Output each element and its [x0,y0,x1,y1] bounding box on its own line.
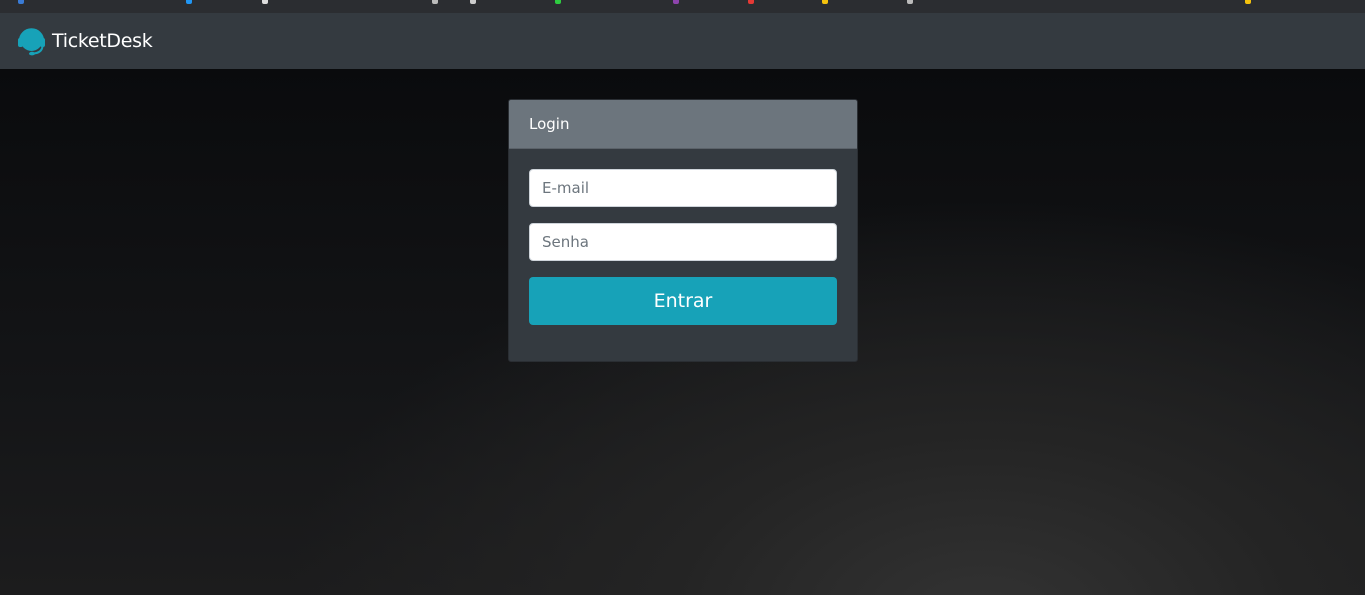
login-card: Login Entrar [508,99,858,362]
email-input[interactable] [529,169,837,207]
bookmark-icon [673,0,679,4]
login-button[interactable]: Entrar [529,277,837,325]
password-input[interactable] [529,223,837,261]
brand-link[interactable]: TicketDesk [17,26,153,56]
brand-name: TicketDesk [52,30,153,52]
bookmark-icon [907,0,913,4]
bookmark-icon [470,0,476,4]
bookmark-icon [822,0,828,4]
login-card-header: Login [509,100,857,149]
browser-bookmarks-strip [0,0,1365,14]
bookmark-icon [432,0,438,4]
bookmark-icon [186,0,192,4]
login-title: Login [529,115,570,133]
headset-icon [18,28,45,56]
bookmark-icon [748,0,754,4]
bookmark-icon [18,0,24,4]
navbar: TicketDesk [0,13,1365,69]
bookmark-icon [1245,0,1251,4]
bookmark-icon [262,0,268,4]
bookmark-icon [555,0,561,4]
